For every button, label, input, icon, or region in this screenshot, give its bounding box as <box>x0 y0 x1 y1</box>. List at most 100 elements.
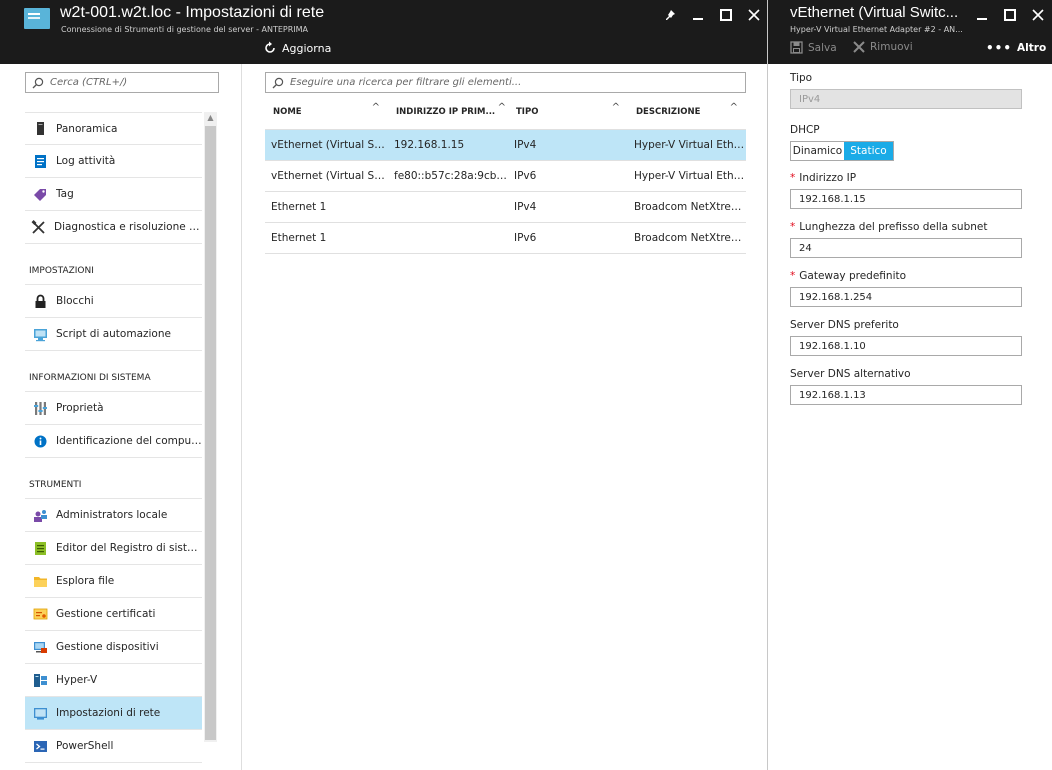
nav-item-label: PowerShell <box>56 740 114 752</box>
nav-item-log-attivita[interactable]: Log attività <box>25 145 202 178</box>
adapter-detail-blade: vEthernet (Virtual Switc... Hyper-V Virt… <box>767 0 1052 770</box>
grid-search-input[interactable] <box>290 77 730 88</box>
nav-item-certificati[interactable]: Gestione certificati <box>25 598 202 631</box>
nav-item-label: Administrators locale <box>56 509 168 521</box>
close-icon[interactable] <box>1024 5 1052 25</box>
sort-icon: ^ <box>371 102 380 113</box>
column-header-descrizione[interactable]: DESCRIZIONE ^ <box>628 100 746 129</box>
save-label: Salva <box>808 41 837 54</box>
nav-item-esplora-file[interactable]: Esplora file <box>25 565 202 598</box>
hyperv-icon <box>33 673 48 688</box>
prefix-length-field[interactable] <box>790 238 1022 258</box>
nav-item-script-automazione[interactable]: Script di automazione <box>25 318 202 351</box>
cell-tipo: IPv4 <box>514 139 537 151</box>
more-icon: ••• <box>986 41 1013 55</box>
nav-scrollbar[interactable]: ▲ <box>204 112 217 742</box>
detail-blade-subtitle: Hyper-V Virtual Ethernet Adapter #2 - AN… <box>790 25 963 34</box>
minimize-icon[interactable] <box>684 5 712 25</box>
table-row[interactable]: Ethernet 1 IPv6 Broadcom NetXtrem... <box>265 223 746 254</box>
prefix-length-label-text: Lunghezza del prefisso della subnet <box>799 221 988 233</box>
nav-item-label: Log attività <box>56 155 116 167</box>
grid-search-box[interactable] <box>265 72 746 93</box>
dns-alternate-field[interactable] <box>790 385 1022 405</box>
adapter-settings-form: Tipo DHCP Dinamico Statico *Indirizzo IP… <box>790 72 1023 405</box>
nav-search-box[interactable] <box>25 72 219 93</box>
cell-descrizione: Broadcom NetXtrem... <box>634 232 746 244</box>
nav-item-label: Diagnostica e risoluzione dei... <box>54 221 202 233</box>
required-marker: * <box>790 221 796 233</box>
column-header-nome[interactable]: NOME ^ <box>265 100 388 129</box>
gateway-label-text: Gateway predefinito <box>799 270 907 282</box>
table-row[interactable]: vEthernet (Virtual Sw... fe80::b57c:28a:… <box>265 161 746 192</box>
dhcp-label: DHCP <box>790 124 820 136</box>
devices-icon <box>33 640 48 655</box>
nav-item-identificazione[interactable]: Identificazione del computer <box>25 425 202 458</box>
maximize-icon[interactable] <box>996 5 1024 25</box>
nav-item-hyperv[interactable]: Hyper-V <box>25 664 202 697</box>
nav-section-sysinfo: INFORMAZIONI DI SISTEMA <box>25 351 202 392</box>
cell-descrizione: Broadcom NetXtrem... <box>634 201 746 213</box>
cell-tipo: IPv4 <box>514 201 537 213</box>
prefix-length-label: * Lunghezza del prefisso della subnet <box>790 221 1023 233</box>
save-button[interactable]: Salva <box>790 41 837 54</box>
nav-item-label: Identificazione del computer <box>56 435 202 447</box>
main-blade: w2t-001.w2t.loc - Impostazioni di rete C… <box>0 0 767 770</box>
network-icon <box>33 706 48 721</box>
gateway-field[interactable] <box>790 287 1022 307</box>
cell-nome: vEthernet (Virtual Sw... <box>271 170 388 182</box>
close-icon[interactable] <box>740 5 768 25</box>
cell-nome: Ethernet 1 <box>271 232 327 244</box>
column-header-tipo[interactable]: TIPO ^ <box>508 100 628 129</box>
nav-item-administrators[interactable]: Administrators locale <box>25 499 202 532</box>
column-header-label: DESCRIZIONE <box>636 107 701 117</box>
certificate-icon <box>33 607 48 622</box>
scroll-up-icon[interactable]: ▲ <box>204 112 217 124</box>
nav-item-dispositivi[interactable]: Gestione dispositivi <box>25 631 202 664</box>
table-row[interactable]: vEthernet (Virtual Sw... 192.168.1.15 IP… <box>265 130 746 161</box>
nav-item-diagnostica[interactable]: Diagnostica e risoluzione dei... <box>25 211 202 244</box>
dhcp-toggle[interactable]: Dinamico Statico <box>790 141 894 161</box>
nav-search-input[interactable] <box>50 77 210 88</box>
table-header: NOME ^ INDIRIZZO IP PRIM... ^ TIPO ^ DESCRI… <box>265 100 746 130</box>
dhcp-dynamic-option[interactable]: Dinamico <box>791 142 844 160</box>
nav-item-powershell[interactable]: PowerShell <box>25 730 202 763</box>
remove-button[interactable]: Rimuovi <box>853 41 913 53</box>
nav-item-panoramica[interactable]: Panoramica <box>25 112 202 145</box>
column-header-label: TIPO <box>516 107 539 117</box>
info-icon <box>33 434 48 449</box>
nav-item-registro[interactable]: Editor del Registro di sistema <box>25 532 202 565</box>
tools-icon <box>31 219 46 235</box>
main-blade-header: w2t-001.w2t.loc - Impostazioni di rete C… <box>0 0 767 64</box>
nav-item-impostazioni-rete[interactable]: Impostazioni di rete <box>25 697 202 730</box>
nav-item-label: Gestione dispositivi <box>56 641 159 653</box>
table-row[interactable]: Ethernet 1 IPv4 Broadcom NetXtrem... <box>265 192 746 223</box>
nav-item-label: Editor del Registro di sistema <box>56 542 202 554</box>
dhcp-static-option[interactable]: Statico <box>844 142 893 160</box>
detail-blade-header: vEthernet (Virtual Switc... Hyper-V Virt… <box>768 0 1052 64</box>
refresh-button[interactable]: Aggiorna <box>263 41 331 55</box>
pin-icon[interactable] <box>656 5 684 25</box>
dns-preferred-label: Server DNS preferito <box>790 319 899 331</box>
sort-icon: ^ <box>611 102 620 113</box>
dns-preferred-field[interactable] <box>790 336 1022 356</box>
column-header-ip[interactable]: INDIRIZZO IP PRIM... ^ <box>388 100 508 129</box>
more-button[interactable]: ••• Altro <box>986 41 1046 55</box>
remove-icon <box>853 41 865 53</box>
tag-icon <box>33 187 48 202</box>
nav-item-label: Script di automazione <box>56 328 171 340</box>
ip-address-field[interactable] <box>790 189 1022 209</box>
save-icon <box>790 41 803 54</box>
network-adapters-panel: NOME^ INDIRIZZO IP PRIM...^ TIPO ^ DESCRI… <box>243 64 767 770</box>
nav-item-tag[interactable]: Tag <box>25 178 202 211</box>
nav-scrollbar-thumb[interactable] <box>205 126 216 740</box>
nav-item-label: Panoramica <box>56 122 118 135</box>
ip-address-label: * Indirizzo IP <box>790 172 1023 184</box>
nav-item-proprieta[interactable]: Proprietà <box>25 392 202 425</box>
detail-blade-title: vEthernet (Virtual Switc... <box>790 4 959 21</box>
required-marker: * <box>790 172 796 184</box>
minimize-icon[interactable] <box>968 5 996 25</box>
search-icon <box>32 77 44 88</box>
maximize-icon[interactable] <box>712 5 740 25</box>
nav-item-blocchi[interactable]: Blocchi <box>25 285 202 318</box>
more-label: Altro <box>1017 42 1047 54</box>
